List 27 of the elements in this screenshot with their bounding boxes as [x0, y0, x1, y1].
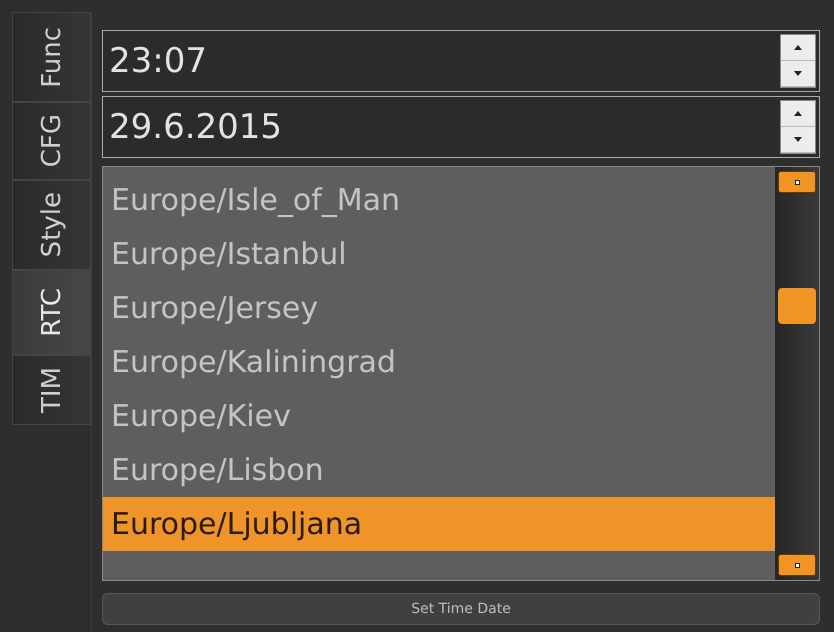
spin-down-button[interactable] [781, 127, 815, 153]
up-triangle-icon [794, 111, 802, 116]
down-triangle-icon [794, 71, 802, 76]
spin-down-button[interactable] [781, 61, 815, 87]
up-triangle-icon [794, 45, 802, 50]
timezone-item[interactable]: Europe/Kiev [103, 389, 775, 443]
scroll-thumb[interactable] [778, 288, 816, 324]
spin-up-button[interactable] [781, 101, 815, 127]
side-tab[interactable]: Style [12, 180, 91, 270]
scroll-up-button[interactable] [778, 171, 816, 193]
down-triangle-icon [794, 137, 802, 142]
timezone-item[interactable]: Europe/Lisbon [103, 443, 775, 497]
timezone-item[interactable]: Europe/Kaliningrad [103, 335, 775, 389]
timezone-item[interactable]: Europe/Istanbul [103, 227, 775, 281]
date-field[interactable]: 29.6.2015 [102, 96, 820, 158]
side-tab[interactable]: Func [12, 12, 91, 102]
timezone-item[interactable]: Europe/Ljubljana [103, 497, 775, 551]
side-tab[interactable]: RTC [12, 270, 91, 355]
side-tab[interactable]: CFG [12, 102, 91, 180]
time-field[interactable]: 23:07 [102, 30, 820, 92]
spin-up-button[interactable] [781, 35, 815, 61]
scrollbar[interactable] [775, 167, 819, 580]
side-tab[interactable]: TIM [12, 355, 91, 425]
timezone-item[interactable]: Europe/Jersey [103, 281, 775, 335]
timezone-item[interactable]: Europe/Isle_of_Man [103, 173, 775, 227]
scroll-down-button[interactable] [778, 554, 816, 576]
set-time-date-button[interactable]: Set Time Date [102, 593, 820, 625]
